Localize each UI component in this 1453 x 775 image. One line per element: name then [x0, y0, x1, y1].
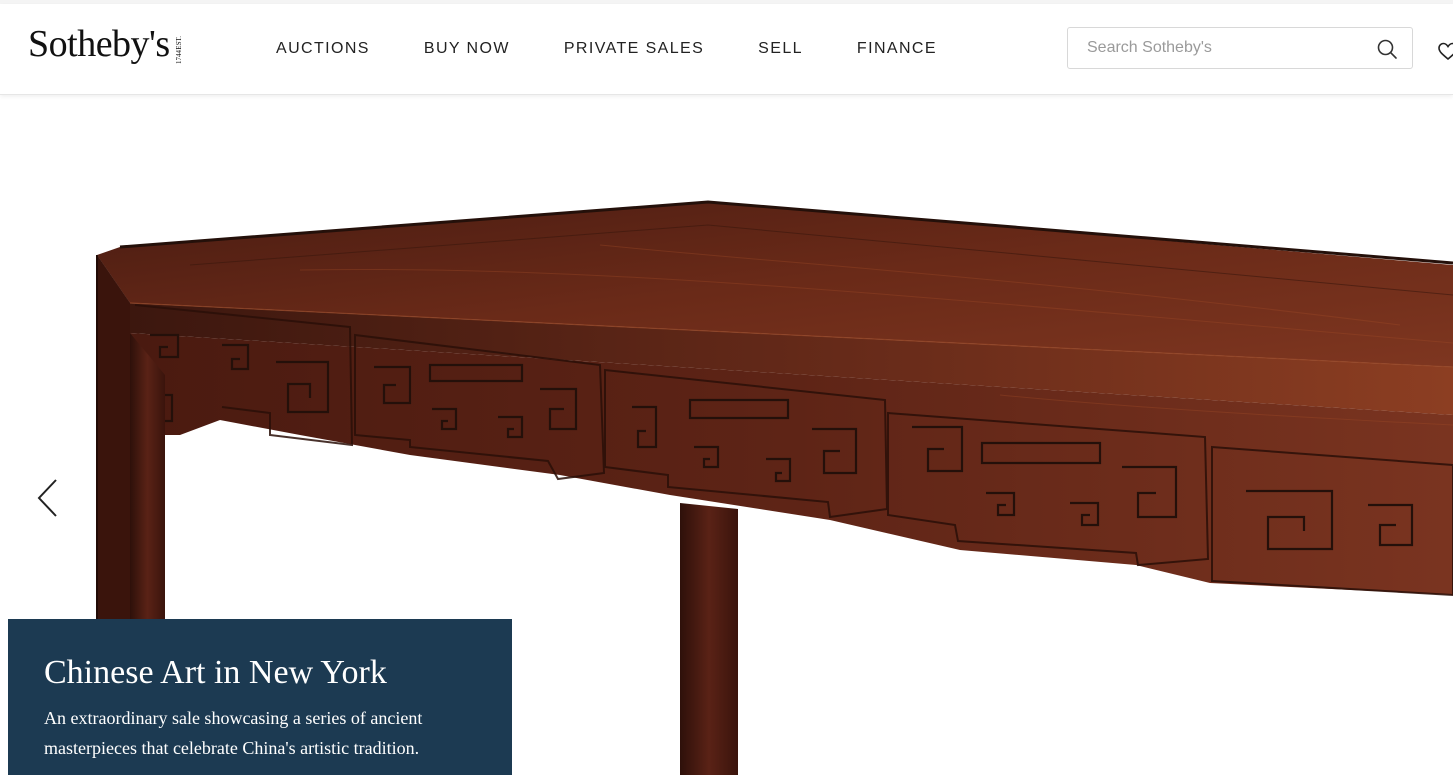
search-icon[interactable] [1376, 38, 1398, 60]
nav-auctions[interactable]: AUCTIONS [276, 40, 370, 58]
nav-finance[interactable]: FINANCE [857, 40, 937, 58]
nav-buy-now[interactable]: BUY NOW [424, 40, 510, 58]
hero-title[interactable]: Chinese Art in New York [44, 653, 387, 693]
main-nav: AUCTIONS BUY NOW PRIVATE SALES SELL FINA… [276, 40, 991, 58]
logo-est-year: 1744 [174, 49, 183, 64]
hero-caption[interactable]: Chinese Art in New York An extraordinary… [8, 619, 512, 775]
logo-established: EST. 1744 [175, 36, 183, 64]
hero-description: An extraordinary sale showcasing a serie… [44, 708, 423, 758]
chevron-left-icon[interactable] [34, 477, 60, 519]
site-header: Sotheby's EST. 1744 AUCTIONS BUY NOW PRI… [0, 4, 1453, 95]
sothebys-logo[interactable]: Sotheby's EST. 1744 [28, 24, 183, 68]
logo-wordmark: Sotheby's [28, 23, 170, 65]
hero-carousel: Chinese Art in New York An extraordinary… [0, 95, 1453, 775]
search-input[interactable] [1087, 38, 1367, 58]
logo-est-label: EST. [174, 36, 183, 50]
nav-sell[interactable]: SELL [758, 40, 803, 58]
search-box[interactable] [1067, 27, 1413, 69]
table-leg-back [680, 503, 738, 775]
heart-icon[interactable] [1438, 42, 1453, 62]
nav-private-sales[interactable]: PRIVATE SALES [564, 40, 704, 58]
